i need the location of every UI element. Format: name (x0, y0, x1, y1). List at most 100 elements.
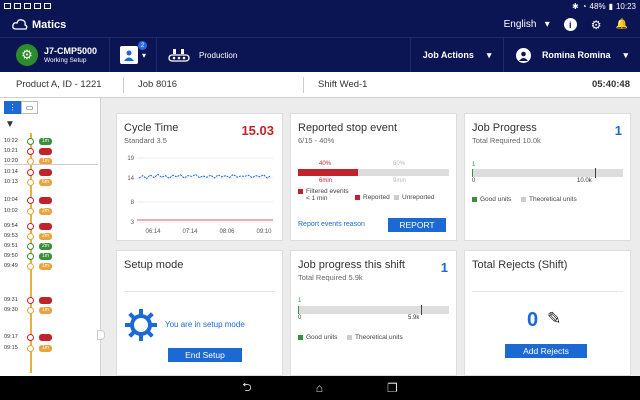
timeline-event-tag[interactable]: 2m (39, 232, 52, 240)
job-progress-card[interactable]: Job Progress Total Required 10.0k 1 1 0 … (464, 113, 631, 241)
progress-start: 1 (298, 298, 302, 304)
add-rejects-button[interactable]: Add Rejects (505, 344, 587, 358)
chevron-down-icon: ▾ (623, 49, 628, 60)
legend-good: Good units (472, 196, 511, 203)
machine-name: J7-CMP5000 (44, 46, 98, 56)
timeline-time: 10:22 (4, 138, 18, 144)
collapse-sidebar-handle[interactable] (97, 330, 105, 340)
theoretical-marker (595, 168, 596, 178)
legend-reported-label: Reported (363, 194, 390, 201)
pencil-icon[interactable]: ✎ (547, 309, 561, 329)
timeline-time: 09:50 (4, 253, 18, 259)
timeline-event-tag[interactable]: 1m (39, 306, 52, 314)
user-menu[interactable]: Romina Romina ▾ (503, 38, 640, 72)
total-rejects-card[interactable]: Total Rejects (Shift) 0 ✎ Add Rejects (464, 250, 631, 376)
y-tick-label: 19 (127, 156, 134, 162)
timeline-event-tag[interactable]: 2m (39, 333, 52, 341)
shift-info: Shift Wed-1 (318, 79, 368, 90)
timeline-node-icon (27, 333, 34, 341)
cycle-time-card[interactable]: Cycle Time Standard 3.5 15.03 19 14 8 3 06:1… (116, 113, 283, 241)
app-header: Matics English ▾ i ⚙ 🔔 (0, 12, 640, 37)
view-toggle: ⋮ ▭ (4, 101, 38, 114)
legend-filtered-text-2: < 1 min (306, 195, 328, 202)
progress-zero: 0 (472, 178, 476, 184)
job-info: Job 8016 (124, 76, 304, 93)
status-icons-right: ✱ ◔ 48% ▮ 10:23 (572, 2, 636, 11)
timeline-event-tag[interactable]: 1m (39, 344, 52, 352)
progress-fill (298, 306, 300, 314)
timeline-node-icon (27, 222, 34, 230)
operator-menu[interactable]: 2 ▾ (110, 38, 158, 72)
legend-swatch (298, 335, 303, 340)
timeline-time: 09:53 (4, 233, 18, 239)
setup-mode-card[interactable]: Setup mode You are in setup mode End Set… (116, 250, 283, 376)
timeline-node-icon (27, 137, 34, 145)
progress-zero: 0 (298, 315, 302, 321)
job-actions-menu[interactable]: Job Actions ▾ (409, 38, 504, 72)
production-mode[interactable]: Production (157, 38, 247, 72)
chevron-down-icon: ▾ (142, 50, 147, 60)
notification-icon (14, 3, 21, 9)
notification-icon (4, 3, 11, 9)
legend-filtered-label: Filtered events < 1 min (306, 188, 349, 202)
product-info: Product A, ID - 1221 (0, 76, 124, 93)
timeline-event-tag[interactable]: 2m (39, 207, 52, 215)
events-sidebar: ⋮ ▭ ▼ 10:22 1m 10:21 1m 10:20 1m 10:14 1m 10:13 6… (0, 98, 105, 376)
list-view-icon[interactable]: ▭ (21, 101, 38, 114)
legend-swatch (355, 195, 360, 200)
card-subtitle: 6/15 - 40% (298, 136, 335, 145)
timeline-event-tag[interactable]: 1m (39, 168, 52, 176)
battery-icon: ▮ (608, 1, 613, 11)
stop-event-bar (298, 169, 449, 176)
reported-stop-card[interactable]: Reported stop event 6/15 - 40% 40% 60% 6… (290, 113, 457, 241)
language-selector[interactable]: English ▾ (504, 19, 550, 30)
recents-icon[interactable]: ❐ (387, 381, 398, 395)
theoretical-marker (421, 305, 422, 315)
timeline-event-tag[interactable]: 1m (39, 137, 52, 145)
timeline-node-icon (27, 262, 34, 270)
timeline-time: 09:49 (4, 263, 18, 269)
reported-percent: 40% (319, 161, 332, 167)
timeline-event-tag[interactable]: 6m (39, 178, 52, 186)
gear-icon[interactable]: ⚙ (591, 18, 602, 32)
setup-mode-message: You are in setup mode (165, 320, 245, 329)
notification-icon (34, 3, 41, 9)
reported-minutes: 6min (319, 178, 333, 184)
home-icon[interactable]: ⌂ (316, 381, 323, 395)
end-setup-button[interactable]: End Setup (168, 348, 242, 362)
card-title: Total Rejects (Shift) (472, 259, 568, 271)
card-title: Reported stop event (298, 122, 398, 134)
report-button[interactable]: REPORT (388, 218, 446, 232)
info-icon[interactable]: i (563, 18, 577, 31)
gear-icon (125, 309, 157, 341)
machine-selector[interactable]: ⚙ J7-CMP5000 Working Setup (0, 38, 111, 72)
nav-bar: ⚙ J7-CMP5000 Working Setup 2 ▾ Productio… (0, 37, 640, 72)
timeline-event-tag[interactable]: 1m (39, 262, 52, 270)
reported-fill (298, 169, 359, 176)
rejects-value: 0 (527, 309, 539, 331)
card-subtitle: Total Required 10.0k (472, 136, 541, 145)
filter-icon[interactable]: ▼ (5, 119, 15, 130)
timeline-view-icon[interactable]: ⋮ (4, 101, 21, 114)
timeline-node-icon (27, 178, 34, 186)
timeline-event-tag[interactable]: 2m (39, 196, 52, 204)
legend-good: Good units (298, 334, 337, 341)
job-progress-shift-card[interactable]: Job progress this shift Total Required 5… (290, 250, 457, 376)
x-tick-label: 09:10 (256, 229, 272, 235)
timeline-time: 10:02 (4, 208, 18, 214)
bell-icon[interactable]: 🔔 (616, 19, 628, 30)
card-title: Job progress this shift (298, 259, 405, 271)
timeline-event-tag[interactable]: 1m (39, 147, 52, 155)
timeline-event-tag[interactable]: 2m (39, 242, 52, 250)
timeline-event-tag[interactable]: 1m (39, 222, 52, 230)
legend-theoretical: Theoretical units (347, 334, 403, 341)
timeline-time: 09:17 (4, 334, 18, 340)
timeline-event-tag[interactable]: 1m (39, 252, 52, 260)
report-events-reason-link[interactable]: Report events reason (298, 221, 365, 228)
status-bar: ✱ ◔ 48% ▮ 10:23 (0, 0, 640, 12)
back-icon[interactable]: ⮌ (242, 378, 252, 399)
legend-theoretical-label: Theoretical units (355, 334, 403, 341)
timeline-event-tag[interactable]: 1m (39, 296, 52, 304)
app-logo: Matics (12, 19, 66, 31)
shift-timer: 05:40:48 (591, 79, 630, 90)
